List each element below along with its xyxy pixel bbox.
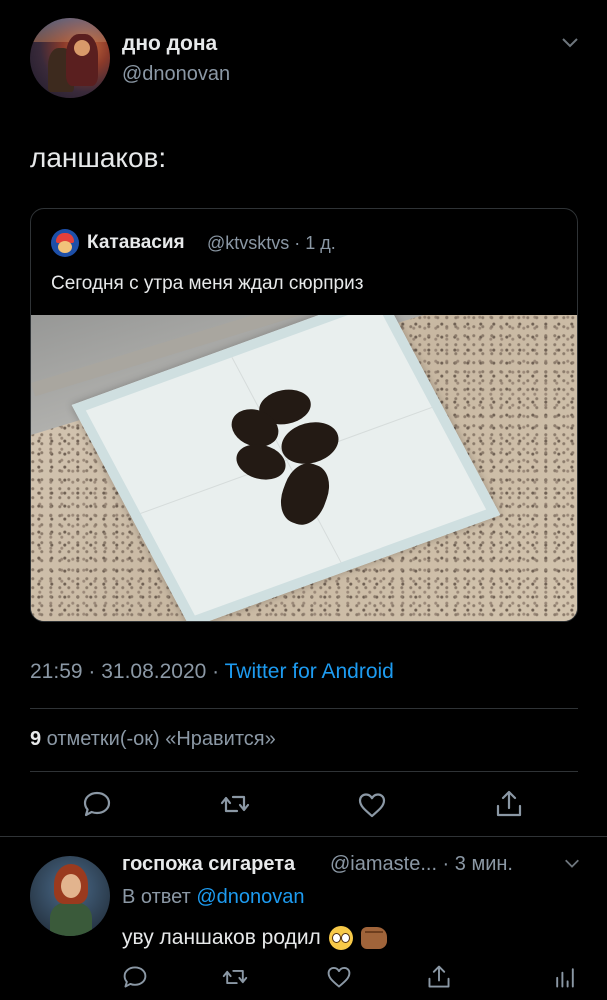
analytics-icon[interactable] [552, 964, 578, 990]
quoted-author-name: Катавасия [87, 232, 185, 253]
quoted-tweet-card[interactable]: Катавасия @ktvsktvs · 1 д. Сегодня с утр… [30, 208, 578, 622]
share-icon[interactable] [426, 964, 452, 990]
reply-to-line: В ответ @dnonovan [122, 886, 305, 909]
tweet-detail-screen: дно дона @dnonovan ланшаков: Катавасия @… [0, 0, 607, 1000]
quoted-author-avatar [51, 229, 79, 257]
reply-text-content: уву ланшаков родил [122, 926, 321, 949]
likes-summary[interactable]: 9 отметки(-ок) «Нравится» [30, 728, 276, 751]
tweet-text: ланшаков: [30, 142, 167, 173]
chevron-down-icon[interactable] [560, 32, 580, 52]
reply-author-name[interactable]: госпожа сигарета [122, 853, 295, 876]
reply-to-mention[interactable]: @dnonovan [196, 886, 304, 908]
author-handle[interactable]: @dnonovan [122, 63, 230, 86]
section-divider [0, 836, 607, 837]
comment-icon[interactable] [122, 964, 148, 990]
likes-label: отметки(-ок) «Нравится» [41, 728, 276, 750]
author-avatar[interactable] [30, 18, 110, 98]
fist-emoji-icon [360, 927, 387, 949]
reply-text: уву ланшаков родил [122, 926, 387, 950]
quoted-author-handle-time: @ktvsktvs · 1 д. [207, 233, 336, 253]
retweet-icon[interactable] [220, 789, 250, 819]
tweet-timestamp: 21:59 · 31.08.2020 · Twitter for Android [30, 660, 394, 684]
share-icon[interactable] [494, 789, 524, 819]
reply-author-avatar[interactable] [30, 856, 110, 936]
heart-icon[interactable] [357, 790, 387, 820]
pleading-face-emoji-icon [328, 926, 353, 950]
reply-to-prefix: В ответ [122, 886, 197, 908]
comment-icon[interactable] [82, 789, 112, 819]
author-name[interactable]: дно дона [122, 32, 217, 56]
likes-count: 9 [30, 728, 42, 750]
timestamp-text: 21:59 · 31.08.2020 · [30, 660, 225, 683]
divider [30, 771, 578, 772]
chevron-down-icon[interactable] [563, 854, 581, 872]
reply-author-meta: @iamaste... · 3 мин. [330, 853, 513, 875]
heart-icon[interactable] [326, 964, 352, 990]
retweet-icon[interactable] [222, 964, 248, 990]
quoted-tweet-photo[interactable] [31, 315, 577, 621]
divider [30, 708, 578, 709]
source-link[interactable]: Twitter for Android [225, 660, 394, 683]
quoted-tweet-text: Сегодня с утра меня ждал сюрприз [51, 273, 364, 294]
